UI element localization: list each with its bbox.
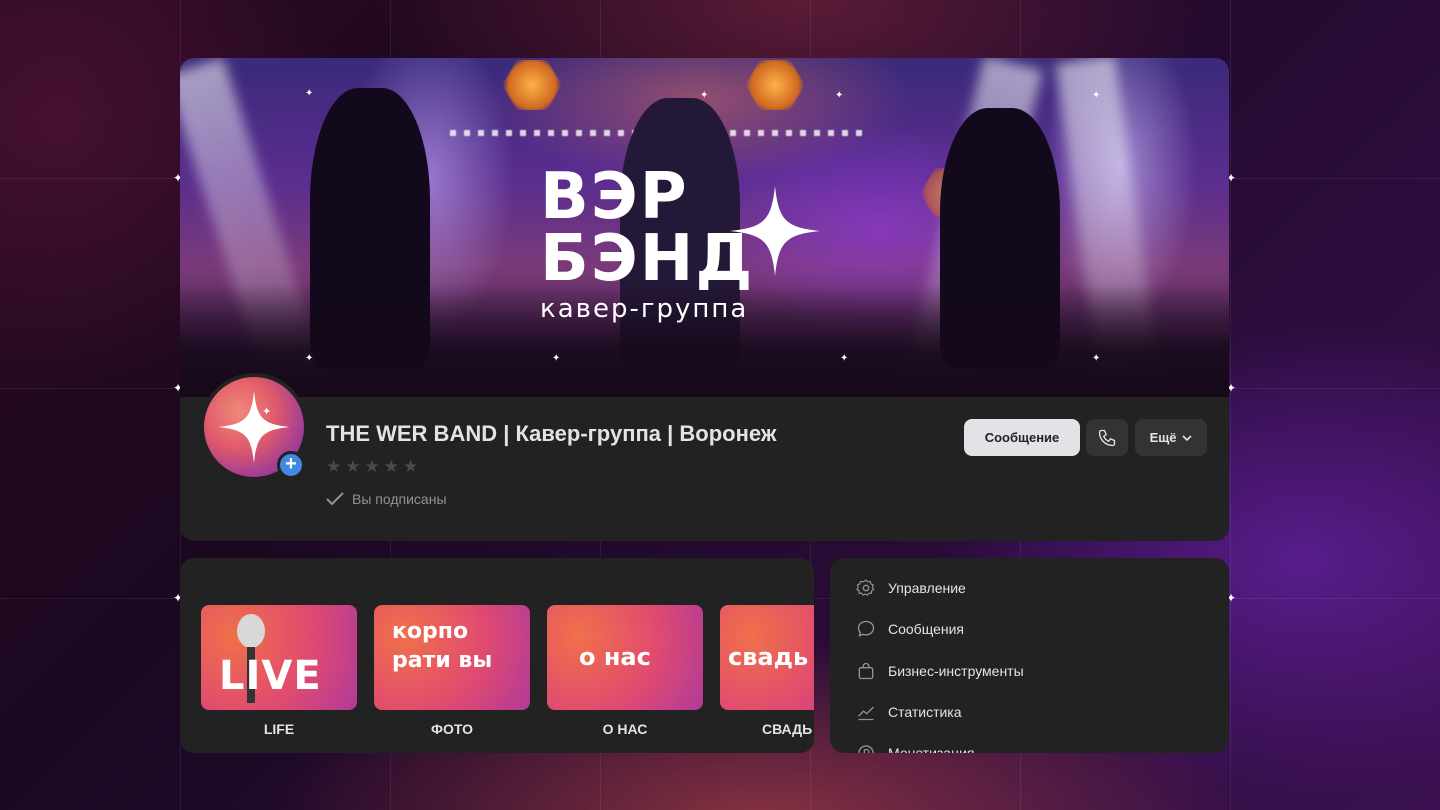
- sparkle-icon: ✦: [305, 88, 314, 99]
- stories-section: LIVE LIFE корпо рати вы ФОТО о нас О НАС…: [180, 558, 814, 753]
- shopping-bag-icon: [858, 662, 874, 680]
- star-icon: ★: [345, 457, 361, 476]
- menu-item-statistics[interactable]: Статистика: [856, 702, 962, 722]
- story-item[interactable]: корпо рати вы ФОТО: [374, 605, 530, 737]
- menu-item-label: Монетизация: [888, 745, 975, 753]
- more-label: Ещё: [1149, 430, 1177, 445]
- story-label: О НАС: [602, 721, 648, 737]
- cover-image: ✦ ✦ ✦ ✦ ✦ ✦ ✦ ✦ ВЭР БЭНД кавер-группа: [180, 58, 1229, 404]
- story-cover: корпо рати вы: [374, 605, 530, 710]
- band-logo: ВЭР БЭНД кавер-группа: [540, 160, 880, 324]
- profile-header: ✦ + THE WER BAND | Кавер-группа | Вороне…: [180, 373, 1229, 541]
- logo-line-2: БЭНД: [540, 222, 755, 296]
- story-cover-text: свадь: [728, 643, 809, 671]
- sparkle-icon: ✦: [700, 90, 709, 101]
- phone-icon: [1098, 429, 1116, 446]
- menu-item-management[interactable]: Управление: [856, 578, 966, 598]
- star-icon: ★: [326, 457, 342, 476]
- subscription-status[interactable]: Вы подписаны: [326, 491, 447, 507]
- story-label: ФОТО: [431, 721, 473, 737]
- change-avatar-button[interactable]: +: [277, 451, 305, 479]
- trend-chart-icon: [858, 706, 874, 721]
- logo-line-1: ВЭР: [540, 160, 689, 234]
- check-icon: [326, 492, 344, 506]
- subscribed-label: Вы подписаны: [352, 491, 447, 507]
- story-cover-text: LIVE: [219, 653, 322, 699]
- story-cover: о нас: [547, 605, 703, 710]
- menu-item-business-tools[interactable]: Бизнес-инструменты: [856, 661, 1024, 681]
- sparkle-icon: ✦: [840, 353, 849, 364]
- story-cover: свадь: [720, 605, 814, 710]
- star-icon: [218, 391, 290, 463]
- sparkle-icon: ✦: [262, 406, 272, 418]
- coin-icon: [858, 745, 874, 753]
- sparkle-icon: ✦: [305, 353, 314, 364]
- story-cover-text: корпо рати вы: [392, 619, 493, 673]
- more-button[interactable]: Ещё: [1135, 419, 1207, 456]
- call-button[interactable]: [1086, 419, 1128, 456]
- story-item[interactable]: LIVE LIFE: [201, 605, 357, 737]
- menu-item-label: Бизнес-инструменты: [888, 663, 1024, 679]
- chat-bubble-icon: [857, 620, 875, 637]
- star-icon: ★: [383, 457, 399, 476]
- star-icon: ★: [403, 457, 419, 476]
- chevron-down-icon: [1182, 434, 1193, 441]
- sparkle-icon: ✦: [1092, 90, 1101, 101]
- star-icon: ★: [364, 457, 380, 476]
- stage-lamp: [502, 60, 562, 110]
- story-label: СВАДЬ: [762, 721, 813, 737]
- admin-menu: Управление Сообщения Бизнес-инструменты …: [830, 558, 1229, 753]
- sparkle-icon: ✦: [1092, 353, 1101, 364]
- logo-subtitle: кавер-группа: [540, 294, 749, 324]
- story-item[interactable]: свадь СВАДЬ: [720, 605, 814, 737]
- story-label: LIFE: [263, 721, 295, 737]
- message-button[interactable]: Сообщение: [964, 419, 1080, 456]
- story-cover: LIVE: [201, 605, 357, 710]
- rating-stars: ★ ★ ★ ★ ★: [326, 457, 418, 477]
- menu-item-messages[interactable]: Сообщения: [856, 619, 964, 639]
- group-title: THE WER BAND | Кавер-группа | Воронеж: [326, 421, 777, 446]
- stage-lamp: [745, 60, 805, 110]
- menu-item-label: Управление: [888, 580, 966, 596]
- gear-icon: [856, 579, 875, 596]
- plus-icon: +: [285, 453, 297, 475]
- sparkle-icon: ✦: [835, 90, 844, 101]
- menu-item-label: Сообщения: [888, 621, 964, 637]
- star-icon: [730, 186, 820, 276]
- menu-item-monetization[interactable]: Монетизация: [856, 743, 975, 753]
- sparkle-icon: ✦: [552, 353, 561, 364]
- story-item[interactable]: о нас О НАС: [547, 605, 703, 737]
- background-grid-line: [1230, 0, 1231, 810]
- menu-item-label: Статистика: [888, 704, 962, 720]
- story-cover-text: о нас: [579, 643, 651, 671]
